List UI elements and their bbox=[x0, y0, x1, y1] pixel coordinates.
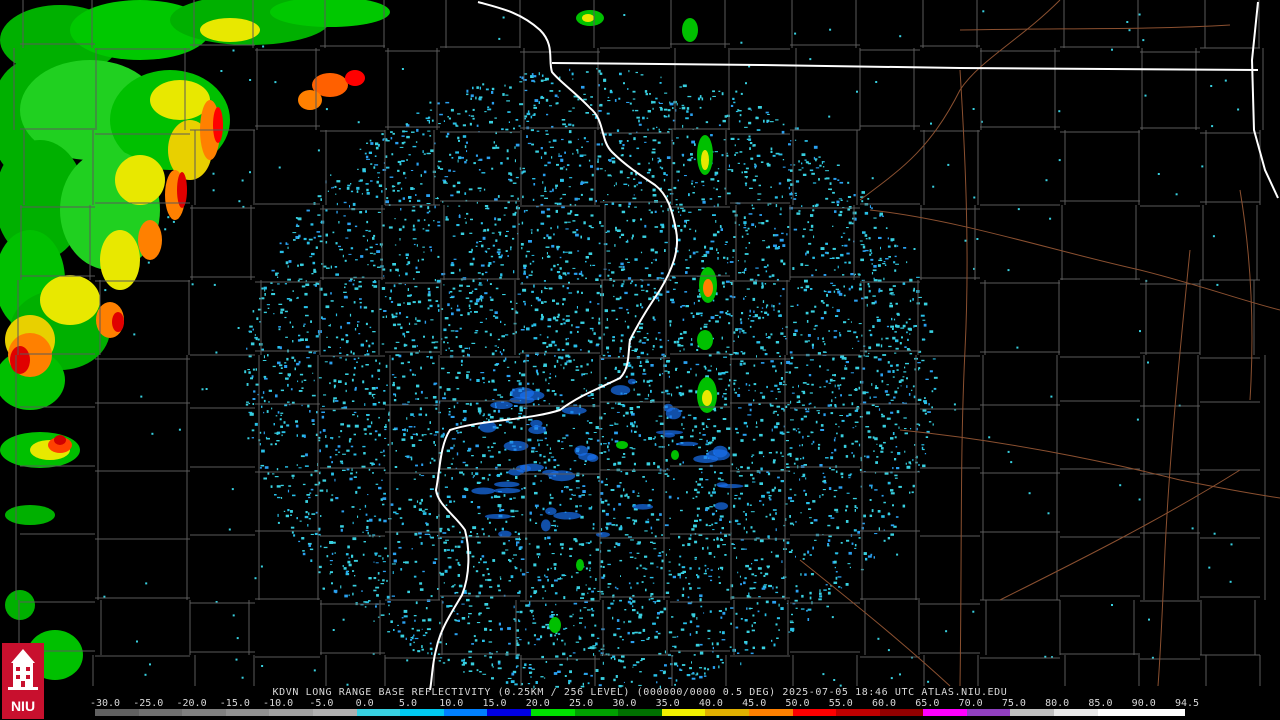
color-bar-segment bbox=[443, 709, 488, 716]
color-bar-segment bbox=[792, 709, 837, 716]
color-bar-segment bbox=[356, 709, 401, 716]
color-bar-segment bbox=[182, 709, 226, 716]
color-bar-segment bbox=[661, 709, 706, 716]
scale-label: 80.0 bbox=[1045, 698, 1070, 709]
scale-label: 25.0 bbox=[569, 698, 594, 709]
color-bar-segment bbox=[1010, 709, 1055, 716]
reflectivity-color-bar bbox=[95, 709, 1185, 716]
scale-label: 75.0 bbox=[1001, 698, 1026, 709]
scale-label: 0.0 bbox=[355, 698, 374, 709]
scale-label: 40.0 bbox=[698, 698, 723, 709]
scale-label: -20.0 bbox=[176, 698, 207, 709]
color-bar-segment bbox=[836, 709, 880, 716]
scale-label: 30.0 bbox=[612, 698, 637, 709]
scale-label: 94.5 bbox=[1174, 698, 1200, 709]
scale-label: 70.0 bbox=[958, 698, 983, 709]
color-bar-segment bbox=[225, 709, 270, 716]
scale-label: 60.0 bbox=[871, 698, 897, 709]
color-bar-segment bbox=[966, 709, 1011, 716]
color-bar-segment bbox=[923, 709, 967, 716]
scale-label: 10.0 bbox=[439, 698, 464, 709]
radar-map bbox=[0, 0, 1280, 720]
color-bar-segment bbox=[879, 709, 924, 716]
color-bar-segment bbox=[530, 709, 575, 716]
color-bar-segment bbox=[705, 709, 749, 716]
scale-label: 50.0 bbox=[785, 698, 810, 709]
scale-label: 15.0 bbox=[482, 698, 507, 709]
color-bar-segment bbox=[574, 709, 619, 716]
scale-label: 90.0 bbox=[1131, 698, 1156, 709]
scale-label: -30.0 bbox=[89, 698, 121, 709]
color-bar-segment bbox=[95, 709, 139, 716]
niu-logo: NIU bbox=[2, 643, 44, 719]
color-bar-segment bbox=[400, 709, 444, 716]
scale-labels: -30.0 -25.0 -20.0 -15.0 -10.0 -5.0 0.0 5.0 10.0 1… bbox=[90, 698, 1199, 709]
color-bar-segment bbox=[618, 709, 662, 716]
scale-label: -15.0 bbox=[219, 698, 250, 709]
scale-label: 55.0 bbox=[828, 698, 853, 709]
scale-label: -25.0 bbox=[133, 698, 164, 709]
color-bar-segment bbox=[312, 709, 357, 716]
scale-label: -5.0 bbox=[309, 698, 334, 709]
scale-label: 5.0 bbox=[398, 698, 417, 709]
scale-label: 45.0 bbox=[742, 698, 767, 709]
scale-label: 20.0 bbox=[525, 698, 550, 709]
color-bar-segment bbox=[1054, 709, 1098, 716]
color-bar-segment bbox=[138, 709, 183, 716]
scale-label: -10.0 bbox=[263, 698, 294, 709]
color-bar-segment bbox=[487, 709, 531, 716]
color-bar-segment bbox=[1141, 709, 1185, 716]
scale-label: 35.0 bbox=[655, 698, 680, 709]
color-bar-segment bbox=[269, 709, 313, 716]
scale-label: 85.0 bbox=[1088, 698, 1113, 709]
color-bar-segment bbox=[748, 709, 793, 716]
color-bar-segment bbox=[1097, 709, 1142, 716]
scale-label: 65.0 bbox=[915, 698, 940, 709]
